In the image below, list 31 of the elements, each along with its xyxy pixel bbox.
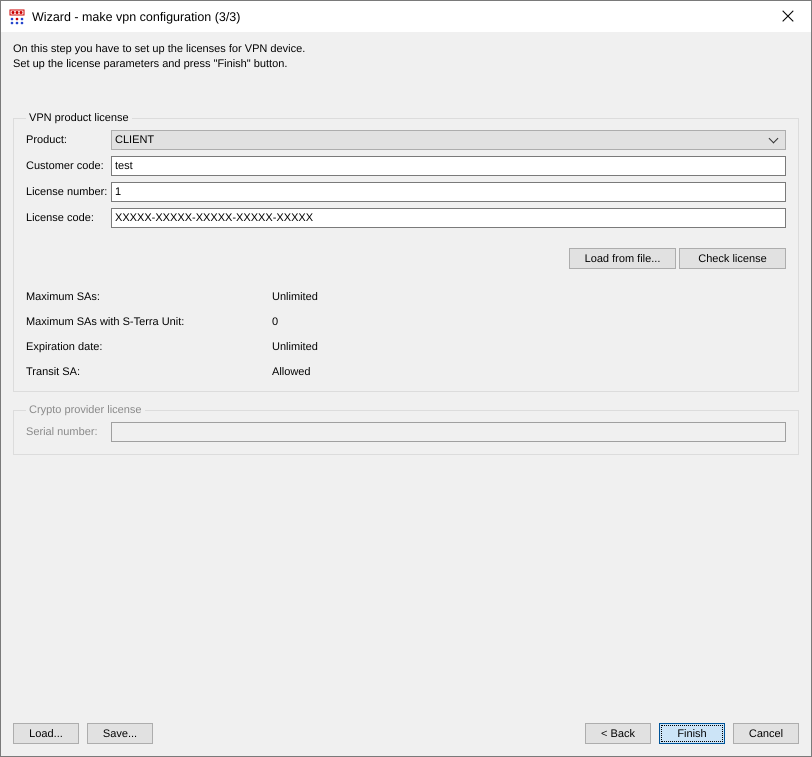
app-icon — [9, 8, 25, 24]
footer-button[interactable]: Load... — [13, 723, 79, 744]
footer-button[interactable]: < Back — [585, 723, 651, 744]
info-label: Transit SA: — [26, 365, 81, 379]
group-title: Crypto provider license — [28, 404, 142, 416]
field-label: License number: — [26, 186, 108, 198]
footer-button[interactable]: Finish — [659, 723, 725, 744]
footer-button[interactable]: Cancel — [733, 723, 799, 744]
info-value: 0 — [272, 315, 280, 329]
field-label: License code: — [26, 212, 95, 224]
input-field[interactable]: 1 — [111, 182, 786, 202]
window-title: Wizard - make vpn configuration (3/3) — [32, 10, 242, 24]
product-dropdown[interactable]: CLIENT — [111, 130, 786, 150]
info-label: Expiration date: — [26, 340, 104, 354]
action-button[interactable]: Load from file... — [569, 248, 676, 269]
field-label: Product: — [26, 134, 68, 146]
info-label: Maximum SAs: — [26, 290, 101, 304]
info-label: Maximum SAs with S-Terra Unit: — [26, 315, 186, 329]
input-field[interactable]: test — [111, 156, 786, 176]
input-field[interactable]: XXXXX-XXXXX-XXXXX-XXXXX-XXXXX — [111, 208, 786, 228]
info-value: Unlimited — [272, 290, 319, 304]
info-value: Unlimited — [272, 340, 319, 354]
instruction-text: Set up the license parameters and press "Finish" button. — [13, 57, 288, 72]
close-button[interactable]: × — [765, 1, 811, 32]
group-title: VPN product license — [28, 112, 130, 124]
info-value: Allowed — [272, 365, 312, 379]
action-button[interactable]: Check license — [679, 248, 786, 269]
instruction-text: On this step you have to set up the licenses for VPN device. — [13, 42, 306, 57]
field-label: Customer code: — [26, 160, 105, 172]
footer-button[interactable]: Save... — [87, 723, 153, 744]
field-label: Serial number: — [26, 426, 99, 438]
